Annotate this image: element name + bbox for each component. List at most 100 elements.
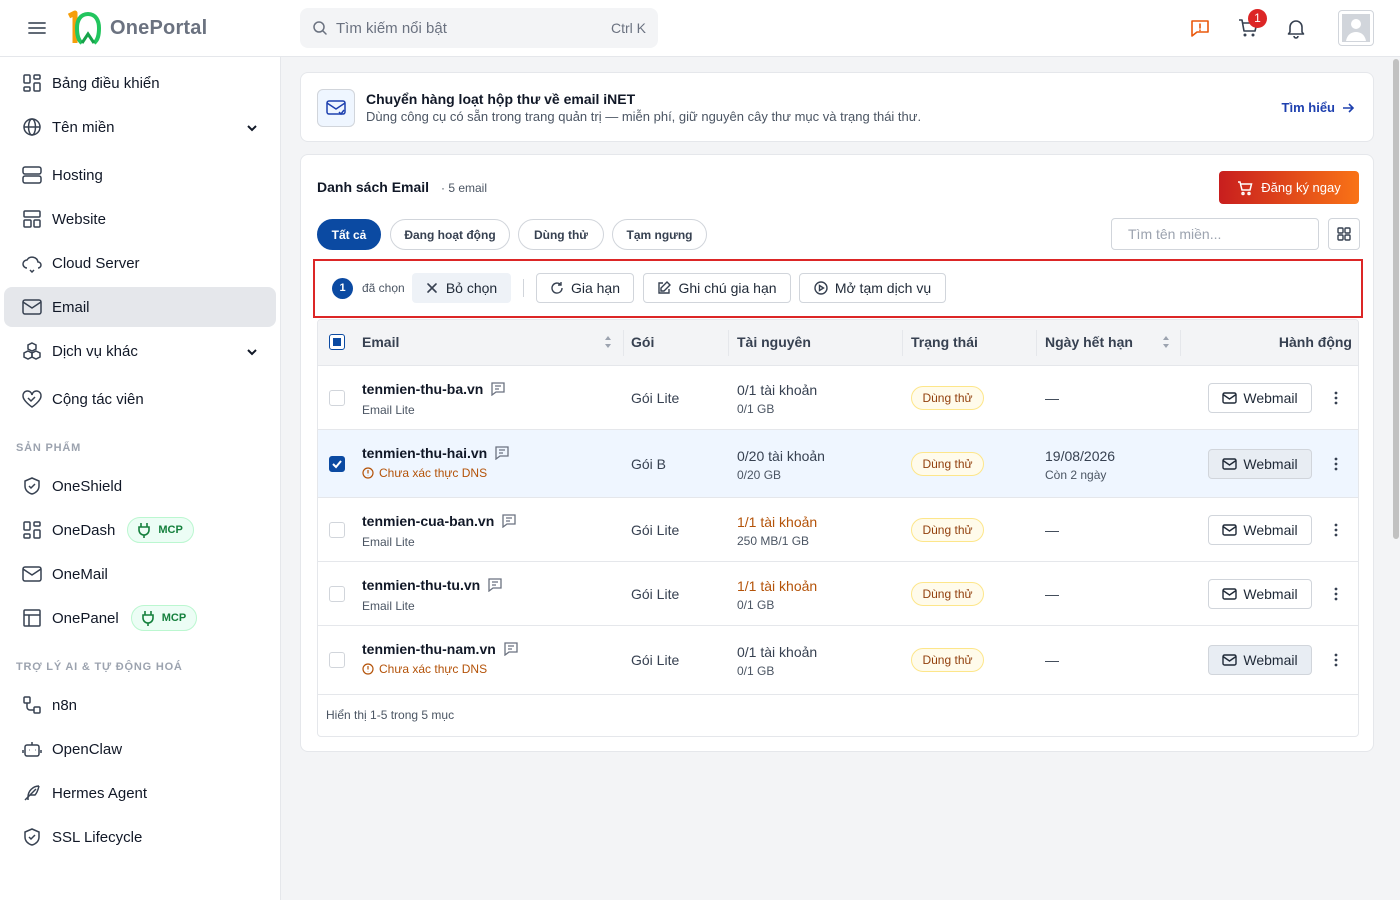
scrollbar-thumb[interactable] xyxy=(1393,59,1399,539)
sort-icon[interactable] xyxy=(603,334,613,350)
sidebar-item-label: Website xyxy=(52,210,106,228)
column-header-email[interactable]: Email xyxy=(362,334,399,350)
note-icon[interactable] xyxy=(502,514,516,528)
page-scrollbar[interactable] xyxy=(1392,57,1400,900)
domain-link[interactable]: tenmien-thu-hai.vn xyxy=(362,445,509,461)
webmail-label: Webmail xyxy=(1243,390,1298,406)
filter-all[interactable]: Tất cả xyxy=(317,219,381,250)
avatar[interactable] xyxy=(1338,10,1374,46)
plug-icon xyxy=(141,611,154,626)
domain-link[interactable]: tenmien-cua-ban.vn xyxy=(362,513,516,529)
sidebar-item-hosting[interactable]: Hosting xyxy=(4,155,276,195)
dashboard-icon xyxy=(20,71,44,95)
sidebar-item-onemail[interactable]: OneMail xyxy=(4,554,276,594)
expiry-date: — xyxy=(1045,586,1059,602)
sidebar-item-oneshield[interactable]: OneShield xyxy=(4,466,276,506)
sidebar-item-n8n[interactable]: n8n xyxy=(4,685,276,725)
chevron-down-icon xyxy=(246,121,258,133)
bell-icon[interactable] xyxy=(1284,16,1308,40)
webmail-button[interactable]: Webmail xyxy=(1208,579,1312,609)
app-logo[interactable]: OnePortal xyxy=(64,10,207,46)
domain-search[interactable] xyxy=(1111,218,1319,250)
sidebar-item-label: Hermes Agent xyxy=(52,784,148,802)
sidebar-item-other-services[interactable]: Dịch vụ khác xyxy=(4,331,276,371)
pagination-summary: Hiển thị 1-5 trong 5 mục xyxy=(326,708,455,722)
column-divider xyxy=(728,330,729,356)
more-actions-icon[interactable] xyxy=(1328,390,1344,406)
row-checkbox[interactable] xyxy=(329,390,345,406)
sidebar-item-ssl-lifecycle[interactable]: SSL Lifecycle xyxy=(4,817,276,857)
sidebar-item-hermes-agent[interactable]: Hermes Agent xyxy=(4,773,276,813)
sidebar-item-dashboard[interactable]: Bảng điều khiển xyxy=(4,63,276,103)
reopen-service-label: Mở tạm dịch vụ xyxy=(834,280,932,296)
table-row[interactable]: tenmien-cua-ban.vn Email Lite Gói Lite 1… xyxy=(318,498,1358,562)
learn-more-link[interactable]: Tìm hiểu xyxy=(1282,100,1355,115)
note-icon[interactable] xyxy=(495,446,509,460)
column-header-expiry[interactable]: Ngày hết hạn xyxy=(1045,334,1133,350)
sidebar-item-affiliate[interactable]: Cộng tác viên xyxy=(4,379,276,419)
global-search[interactable]: Ctrl K xyxy=(300,8,658,48)
domain-name: tenmien-thu-hai.vn xyxy=(362,445,488,461)
note-icon[interactable] xyxy=(488,578,502,592)
check-icon xyxy=(332,460,342,469)
plan-name: Gói Lite xyxy=(631,522,680,538)
filter-suspended[interactable]: Tạm ngưng xyxy=(612,219,707,250)
panel-icon xyxy=(20,606,44,630)
domain-search-input[interactable] xyxy=(1128,226,1309,242)
table-row[interactable]: tenmien-thu-nam.vn Chưa xác thực DNS Gói… xyxy=(318,626,1358,695)
table-row[interactable]: tenmien-thu-tu.vn Email Lite Gói Lite 1/… xyxy=(318,562,1358,626)
more-actions-icon[interactable] xyxy=(1328,652,1344,668)
row-checkbox[interactable] xyxy=(329,652,345,668)
webmail-button[interactable]: Webmail xyxy=(1208,645,1312,675)
filter-active[interactable]: Đang hoạt động xyxy=(390,219,510,250)
row-checkbox[interactable] xyxy=(329,586,345,602)
filter-trial[interactable]: Dùng thử xyxy=(518,219,604,250)
webmail-button[interactable]: Webmail xyxy=(1208,449,1312,479)
global-search-input[interactable] xyxy=(336,19,611,37)
feedback-icon[interactable] xyxy=(1188,16,1212,40)
more-actions-icon[interactable] xyxy=(1328,522,1344,538)
reopen-service-button[interactable]: Mở tạm dịch vụ xyxy=(799,273,946,303)
sidebar-item-email[interactable]: Email xyxy=(4,287,276,327)
renew-button[interactable]: Gia hạn xyxy=(536,273,634,303)
note-icon[interactable] xyxy=(491,382,505,396)
storage-usage: 0/1 GB xyxy=(737,598,775,612)
webmail-button[interactable]: Webmail xyxy=(1208,515,1312,545)
close-icon xyxy=(427,283,437,293)
sort-icon[interactable] xyxy=(1161,334,1171,350)
sidebar-item-cloud-server[interactable]: Cloud Server xyxy=(4,243,276,283)
table-row[interactable]: tenmien-thu-hai.vn Chưa xác thực DNS Gói… xyxy=(318,430,1358,498)
sidebar-item-openclaw[interactable]: OpenClaw xyxy=(4,729,276,769)
renewal-note-button[interactable]: Ghi chú gia hạn xyxy=(643,273,791,303)
more-actions-icon[interactable] xyxy=(1328,456,1344,472)
dns-warning-text: Chưa xác thực DNS xyxy=(379,662,488,676)
row-checkbox[interactable] xyxy=(329,456,345,472)
sidebar-item-onedash[interactable]: OneDash MCP xyxy=(4,510,276,550)
sidebar-item-onepanel[interactable]: OnePanel MCP xyxy=(4,598,276,638)
webmail-button[interactable]: Webmail xyxy=(1208,383,1312,413)
column-header-resources: Tài nguyên xyxy=(737,334,811,350)
domain-link[interactable]: tenmien-thu-nam.vn xyxy=(362,641,518,657)
selected-count-badge: 1 xyxy=(332,278,353,299)
note-icon[interactable] xyxy=(504,642,518,656)
accounts-usage: 1/1 tài khoản xyxy=(737,578,818,594)
grid-view-button[interactable] xyxy=(1328,218,1360,250)
table-row[interactable]: tenmien-thu-ba.vn Email Lite Gói Lite 0/… xyxy=(318,366,1358,430)
sidebar-item-website[interactable]: Website xyxy=(4,199,276,239)
expiry-date: — xyxy=(1045,652,1059,668)
more-actions-icon[interactable] xyxy=(1328,586,1344,602)
search-icon xyxy=(313,21,327,35)
domain-link[interactable]: tenmien-thu-ba.vn xyxy=(362,381,505,397)
sidebar-item-label: OpenClaw xyxy=(52,740,123,758)
sidebar-item-domains[interactable]: Tên miền xyxy=(4,107,276,147)
storage-usage: 0/1 GB xyxy=(737,402,775,416)
menu-icon[interactable] xyxy=(27,18,47,38)
domain-link[interactable]: tenmien-thu-tu.vn xyxy=(362,577,502,593)
select-all-checkbox[interactable] xyxy=(329,334,345,350)
clear-selection-button[interactable]: Bỏ chọn xyxy=(412,273,511,303)
sidebar-item-label: n8n xyxy=(52,696,78,714)
register-button[interactable]: Đăng ký ngay xyxy=(1219,171,1359,204)
row-checkbox[interactable] xyxy=(329,522,345,538)
grid-icon xyxy=(1337,227,1351,241)
handshake-icon xyxy=(20,387,44,411)
